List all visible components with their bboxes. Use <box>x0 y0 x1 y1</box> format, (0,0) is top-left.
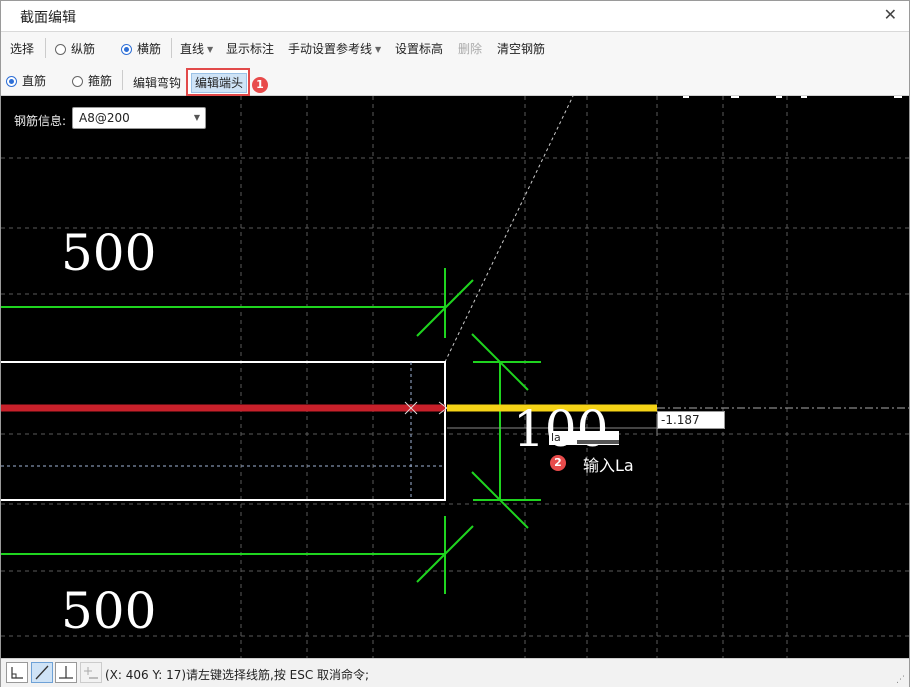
line-dropdown-label: 直线 <box>180 42 205 56</box>
line-mode-button[interactable] <box>31 662 53 683</box>
radio-icon <box>55 44 66 55</box>
orthogonal-snap-button[interactable] <box>6 662 28 683</box>
window-title: 截面编辑 <box>20 10 76 26</box>
length-input[interactable]: -1.187 <box>657 411 725 429</box>
hint-text: 输入La <box>583 456 634 475</box>
radio-longitudinal-label: 纵筋 <box>71 42 96 56</box>
resize-grip-icon[interactable]: ⋰ <box>896 675 905 685</box>
la-input-value: la <box>551 431 561 444</box>
offset-snap-button[interactable] <box>80 662 102 683</box>
dimension-text-top: 500 <box>61 224 157 282</box>
clear-rebar-button[interactable]: 清空钢筋 <box>497 40 545 57</box>
dimension-text-bottom: 500 <box>61 582 157 640</box>
rebar-info-value: A8@200 <box>79 111 130 125</box>
step-badge-2: 2 <box>550 455 566 471</box>
status-text: (X: 406 Y: 17)请左键选择线筋,按 ESC 取消命令; <box>105 668 370 682</box>
delete-button[interactable]: 删除 <box>458 40 482 57</box>
radio-icon <box>72 76 83 87</box>
la-input-cursor-bar <box>577 440 619 444</box>
toolbar-divider <box>171 38 172 58</box>
perpendicular-snap-button[interactable] <box>55 662 77 683</box>
select-button[interactable]: 选择 <box>10 40 34 57</box>
edit-end-button[interactable]: 编辑端头 <box>191 73 247 93</box>
radio-stirrup-label: 箍筋 <box>88 74 113 88</box>
section-outline <box>1 361 446 501</box>
dimension-text-mid: 100 <box>513 400 609 458</box>
radio-selected-icon <box>6 76 17 87</box>
ortho-icon <box>11 667 23 679</box>
toolbar-divider <box>45 38 46 58</box>
toolbar-divider <box>122 70 123 90</box>
chevron-down-icon: ▼ <box>193 113 200 122</box>
line-dropdown[interactable]: 直线 ▼ <box>180 40 213 57</box>
set-elevation-button[interactable]: 设置标高 <box>395 40 443 57</box>
main-toolbar: 选择 纵筋 横筋 直线 ▼ 显示标注 手动设置参考线 ▼ 设置标高 删除 清空钢筋 <box>1 31 909 64</box>
reference-diagonal-line <box>444 96 574 363</box>
chevron-down-icon: ▼ <box>375 45 382 54</box>
section-editor-window: 截面编辑 ✕ 选择 纵筋 横筋 直线 ▼ 显示标注 手动设置参考线 ▼ 设置标高 删… <box>0 0 910 687</box>
perpendicular-icon <box>59 666 73 679</box>
la-input[interactable]: la <box>549 431 619 445</box>
status-bar: (X: 406 Y: 17)请左键选择线筋,按 ESC 取消命令; ⋰ <box>1 658 909 687</box>
drawing-canvas[interactable]: 钢筋信息: A8@200 ▼ 500 500 100 -1.187 la 2 输… <box>1 96 909 658</box>
title-bar: 截面编辑 ✕ <box>1 1 909 30</box>
radio-selected-icon <box>121 44 132 55</box>
radio-straight[interactable]: 直筋 <box>6 72 46 89</box>
edit-hook-button[interactable]: 编辑弯钩 <box>133 74 181 91</box>
show-dims-button[interactable]: 显示标注 <box>226 40 274 57</box>
radio-transverse[interactable]: 横筋 <box>121 40 161 57</box>
step-badge-1: 1 <box>252 77 268 93</box>
drawing-svg <box>1 96 909 658</box>
manual-ref-label: 手动设置参考线 <box>288 42 373 56</box>
diagonal-line-icon <box>35 665 49 680</box>
radio-transverse-label: 横筋 <box>137 42 162 56</box>
dimension-lines <box>1 268 541 594</box>
radio-stirrup[interactable]: 箍筋 <box>72 72 112 89</box>
rebar-info-select[interactable]: A8@200 ▼ <box>72 107 206 129</box>
radio-straight-label: 直筋 <box>22 74 47 88</box>
edit-end-button-highlight[interactable]: 编辑端头 <box>186 68 250 96</box>
sub-toolbar: 直筋 箍筋 编辑弯钩 <box>1 63 909 96</box>
radio-longitudinal[interactable]: 纵筋 <box>55 40 95 57</box>
plus-offset-icon <box>84 667 98 679</box>
grid-lines <box>1 96 909 658</box>
rebar-info-label: 钢筋信息: <box>14 114 67 128</box>
close-icon[interactable]: ✕ <box>884 5 897 24</box>
top-right-marks <box>683 96 902 98</box>
chevron-down-icon: ▼ <box>207 45 214 54</box>
manual-ref-dropdown[interactable]: 手动设置参考线 ▼ <box>288 40 381 57</box>
